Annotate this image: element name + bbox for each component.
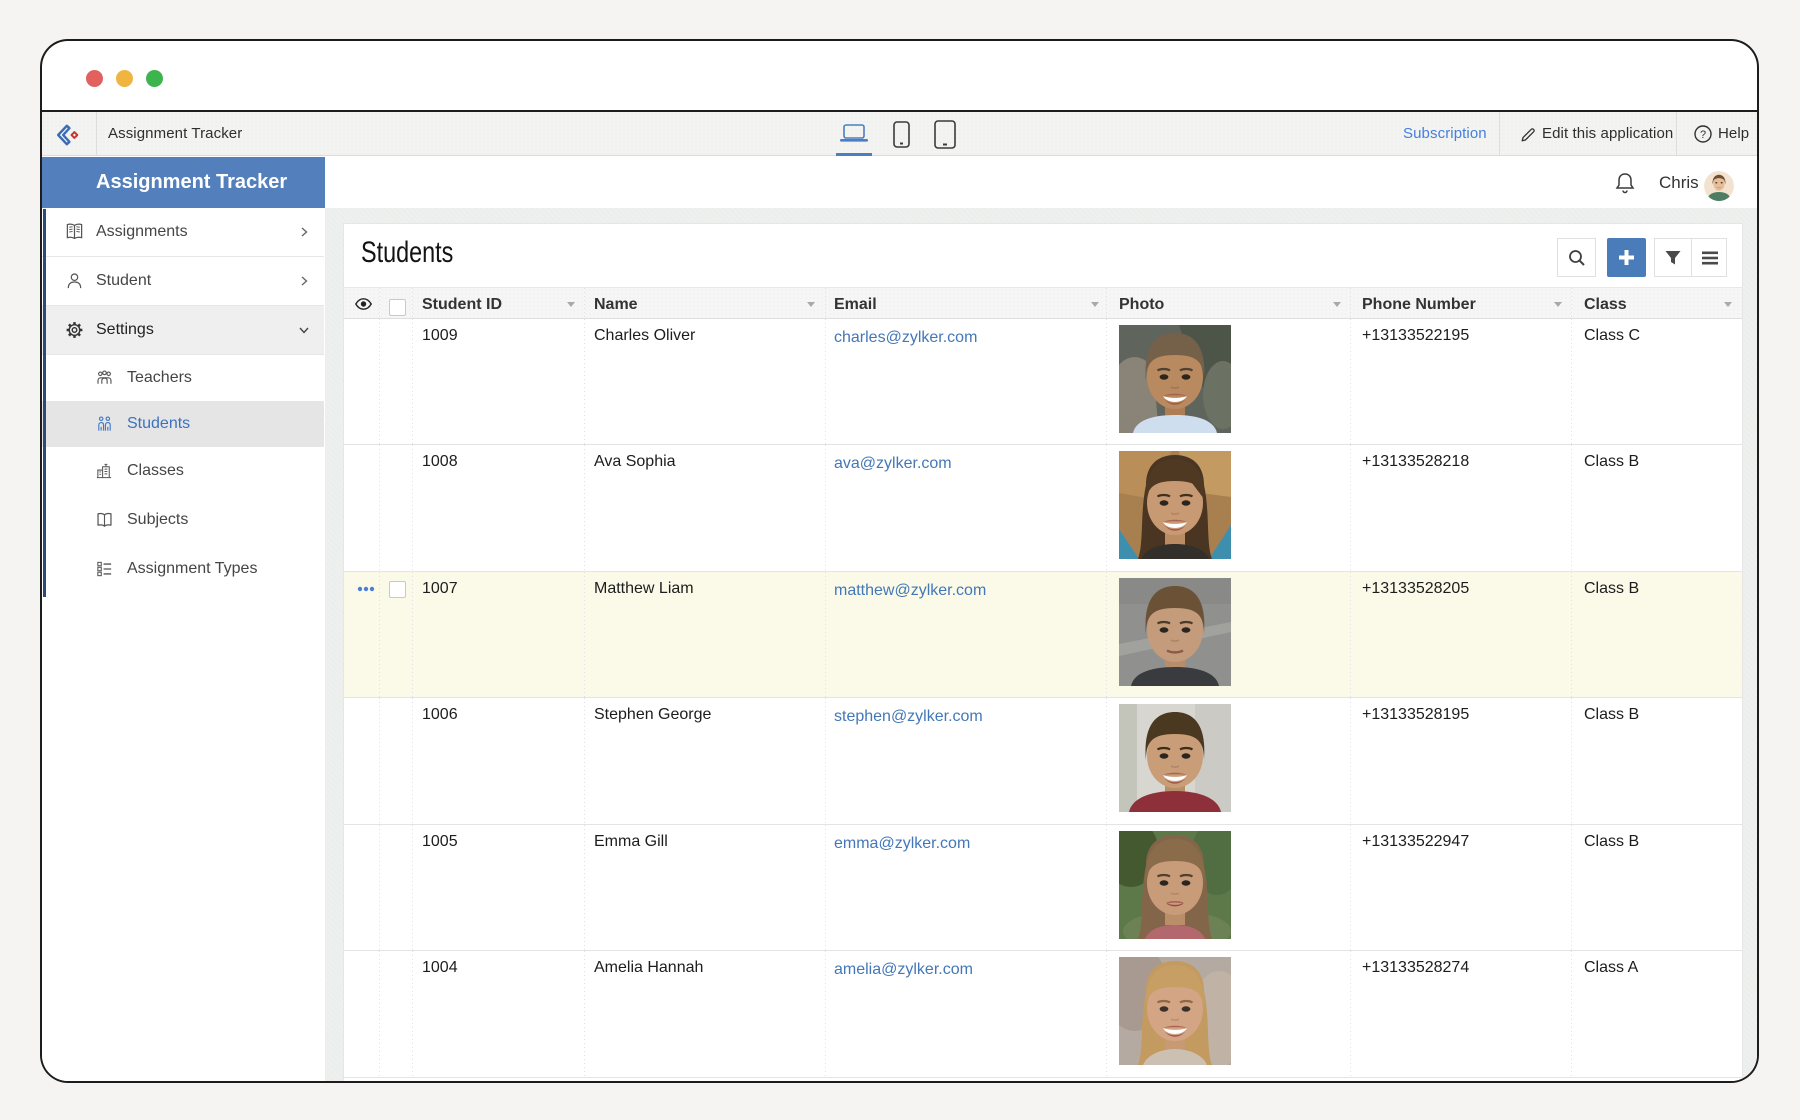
svg-text:?: ?	[1700, 129, 1706, 141]
